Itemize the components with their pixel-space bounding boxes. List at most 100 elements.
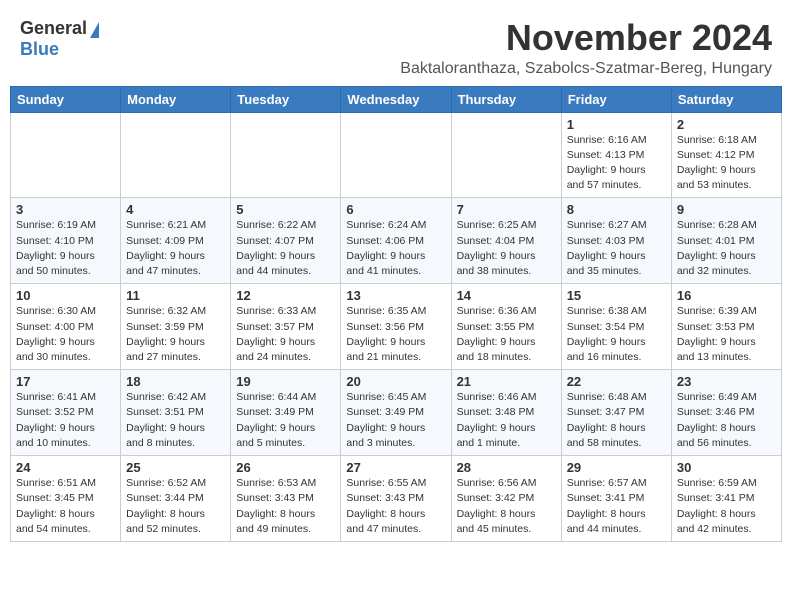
day-number: 25 [126,460,225,475]
sun-info: Sunrise: 6:21 AMSunset: 4:09 PMDaylight:… [126,218,225,279]
day-number: 4 [126,202,225,217]
sun-info-line: Sunset: 3:49 PM [346,406,424,418]
calendar-day-4: 4Sunrise: 6:21 AMSunset: 4:09 PMDaylight… [121,198,231,284]
sun-info-line: Daylight: 8 hours [677,508,756,520]
day-number: 3 [16,202,115,217]
day-number: 15 [567,288,666,303]
sun-info-line: Sunrise: 6:57 AM [567,477,647,489]
calendar-day-26: 26Sunrise: 6:53 AMSunset: 3:43 PMDayligh… [231,456,341,542]
sun-info: Sunrise: 6:38 AMSunset: 3:54 PMDaylight:… [567,304,666,365]
sun-info-line: and 8 minutes. [126,437,195,449]
sun-info-line: Sunrise: 6:21 AM [126,219,206,231]
sun-info-line: Sunset: 3:51 PM [126,406,204,418]
sun-info: Sunrise: 6:28 AM Sunset: 4:01 PM Daylight:… [677,218,776,279]
calendar-day-15: 15Sunrise: 6:38 AMSunset: 3:54 PMDayligh… [561,284,671,370]
sun-info-line: Sunset: 4:01 PM [677,235,755,247]
sun-info-line: Daylight: 8 hours [346,508,425,520]
sun-info-line: Daylight: 8 hours [457,508,536,520]
weekday-header-wednesday: Wednesday [341,86,451,112]
sun-info-line: Daylight: 9 hours [346,250,425,262]
day-number: 22 [567,374,666,389]
sun-info-line: and 47 minutes. [126,265,201,277]
sun-info-line: Sunset: 3:48 PM [457,406,535,418]
sun-info: Sunrise: 6:44 AMSunset: 3:49 PMDaylight:… [236,390,335,451]
sun-info-line: and 21 minutes. [346,351,421,363]
sun-info-line: Sunrise: 6:30 AM [16,305,96,317]
sun-info-line: and 27 minutes. [126,351,201,363]
day-number: 14 [457,288,556,303]
page-header: General Blue November 2024 Baktalorantha… [10,10,782,82]
sun-info-line: Sunrise: 6:24 AM [346,219,426,231]
sun-info-line: and 10 minutes. [16,437,91,449]
sun-info-line: Sunset: 3:46 PM [677,406,755,418]
day-number: 11 [126,288,225,303]
calendar-day-empty [341,112,451,198]
sun-info-line: Daylight: 9 hours [126,250,205,262]
sun-info-line: and 52 minutes. [126,523,201,535]
day-number: 7 [457,202,556,217]
sun-info: Sunrise: 6:51 AMSunset: 3:45 PMDaylight:… [16,476,115,537]
sun-info: Sunrise: 6:46 AMSunset: 3:48 PMDaylight:… [457,390,556,451]
day-number: 29 [567,460,666,475]
sun-info-line: Daylight: 8 hours [236,508,315,520]
sun-info: Sunrise: 6:19 AMSunset: 4:10 PMDaylight:… [16,218,115,279]
sun-info: Sunrise: 6:49 AMSunset: 3:46 PMDaylight:… [677,390,776,451]
calendar-day-18: 18Sunrise: 6:42 AMSunset: 3:51 PMDayligh… [121,370,231,456]
sun-info-line: Sunrise: 6:28 AM [677,219,757,231]
sun-info-line: Sunset: 4:07 PM [236,235,314,247]
day-number: 19 [236,374,335,389]
sun-info-line: Sunrise: 6:45 AM [346,391,426,403]
day-number: 12 [236,288,335,303]
calendar-day-22: 22Sunrise: 6:48 AMSunset: 3:47 PMDayligh… [561,370,671,456]
sun-info: Sunrise: 6:33 AMSunset: 3:57 PMDaylight:… [236,304,335,365]
sun-info-line: Sunset: 4:06 PM [346,235,424,247]
sun-info-line: Daylight: 9 hours [677,164,756,176]
sun-info: Sunrise: 6:39 AMSunset: 3:53 PMDaylight:… [677,304,776,365]
sun-info: Sunrise: 6:59 AMSunset: 3:41 PMDaylight:… [677,476,776,537]
location-subtitle: Baktaloranthaza, Szabolcs-Szatmar-Bereg,… [400,60,772,78]
weekday-header-tuesday: Tuesday [231,86,341,112]
calendar-day-3: 3Sunrise: 6:19 AMSunset: 4:10 PMDaylight… [11,198,121,284]
sun-info-line: and 18 minutes. [457,351,532,363]
weekday-header-friday: Friday [561,86,671,112]
calendar-day-10: 10Sunrise: 6:30 AMSunset: 4:00 PMDayligh… [11,284,121,370]
calendar-day-empty [231,112,341,198]
sun-info-line: Daylight: 8 hours [567,508,646,520]
day-number: 2 [677,117,776,132]
calendar-day-14: 14Sunrise: 6:36 AMSunset: 3:55 PMDayligh… [451,284,561,370]
sun-info-line: Sunset: 3:47 PM [567,406,645,418]
sun-info-line: Sunset: 3:44 PM [126,492,204,504]
calendar-day-13: 13Sunrise: 6:35 AMSunset: 3:56 PMDayligh… [341,284,451,370]
title-block: November 2024 Baktaloranthaza, Szabolcs-… [400,18,772,78]
sun-info: Sunrise: 6:22 AMSunset: 4:07 PMDaylight:… [236,218,335,279]
sun-info-line: and 1 minute. [457,437,521,449]
sun-info-line: Sunrise: 6:42 AM [126,391,206,403]
sun-info-line: and 24 minutes. [236,351,311,363]
sun-info-line: Sunset: 3:53 PM [677,321,755,333]
sun-info-line: Daylight: 8 hours [567,422,646,434]
sun-info-line: and 54 minutes. [16,523,91,535]
sun-info-line: Sunrise: 6:33 AM [236,305,316,317]
sun-info-line: Daylight: 9 hours [236,422,315,434]
sun-info: Sunrise: 6:27 AMSunset: 4:03 PMDaylight:… [567,218,666,279]
calendar-day-19: 19Sunrise: 6:44 AMSunset: 3:49 PMDayligh… [231,370,341,456]
calendar-day-24: 24Sunrise: 6:51 AMSunset: 3:45 PMDayligh… [11,456,121,542]
calendar-day-empty [451,112,561,198]
sun-info-line: Daylight: 9 hours [567,336,646,348]
logo: General Blue [20,18,99,60]
sun-info: Sunrise: 6:57 AMSunset: 3:41 PMDaylight:… [567,476,666,537]
sun-info-line: Daylight: 9 hours [677,250,756,262]
sun-info-line: Sunrise: 6:53 AM [236,477,316,489]
sun-info-line: and 5 minutes. [236,437,305,449]
sun-info-line: Sunrise: 6:16 AM [567,134,647,146]
sun-info-line: and 47 minutes. [346,523,421,535]
calendar-week-row: 3Sunrise: 6:19 AMSunset: 4:10 PMDaylight… [11,198,782,284]
sun-info: Sunrise: 6:55 AMSunset: 3:43 PMDaylight:… [346,476,445,537]
sun-info-line: Daylight: 9 hours [457,250,536,262]
sun-info: Sunrise: 6:41 AMSunset: 3:52 PMDaylight:… [16,390,115,451]
sun-info-line: and 35 minutes. [567,265,642,277]
calendar-day-1: 1Sunrise: 6:16 AMSunset: 4:13 PMDaylight… [561,112,671,198]
sun-info-line: Daylight: 9 hours [346,422,425,434]
sun-info-line: and 45 minutes. [457,523,532,535]
sun-info-line: Daylight: 9 hours [236,336,315,348]
